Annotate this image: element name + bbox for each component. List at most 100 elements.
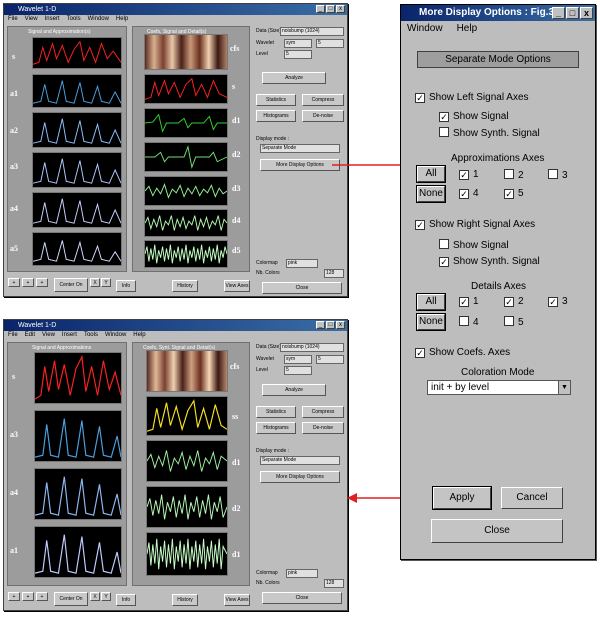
- show-synth-1-checkbox[interactable]: Show Synth. Signal: [439, 127, 540, 140]
- checkbox-checked[interactable]: ✓: [459, 189, 469, 199]
- maximize-button[interactable]: □: [326, 5, 335, 13]
- approx-1-checkbox[interactable]: ✓ 1: [459, 169, 479, 181]
- checkbox-unchecked[interactable]: [504, 169, 514, 179]
- colormap-select[interactable]: pink: [286, 569, 318, 578]
- coloration-mode-select[interactable]: init + by level ▼: [427, 380, 571, 395]
- zoom-xy-button[interactable]: +: [36, 278, 48, 287]
- show-signal-1-checkbox[interactable]: ✓ Show Signal: [439, 111, 509, 123]
- approx-none-button[interactable]: None: [416, 185, 446, 203]
- menu-help[interactable]: Help: [133, 331, 145, 340]
- nb-colors-field[interactable]: 128: [324, 269, 344, 278]
- show-left-checkbox[interactable]: ✓ Show Left Signal Axes: [415, 92, 529, 104]
- center-x-button[interactable]: X: [90, 278, 100, 287]
- show-coefs-checkbox[interactable]: ✓ Show Coefs. Axes: [415, 347, 510, 359]
- detail-1-checkbox[interactable]: ✓ 1: [459, 296, 479, 308]
- detail-3-checkbox[interactable]: ✓ 3: [548, 296, 568, 308]
- minimize-button[interactable]: _: [552, 7, 565, 19]
- wavelet-select[interactable]: sym: [284, 39, 312, 48]
- menu-insert[interactable]: Insert: [62, 331, 77, 340]
- denoise-button[interactable]: De-noise: [302, 110, 344, 122]
- close-button[interactable]: x: [580, 7, 593, 19]
- chevron-down-icon[interactable]: ▼: [558, 381, 570, 394]
- menu-help[interactable]: Help: [116, 15, 128, 24]
- zoom-xy-button[interactable]: +: [36, 592, 48, 601]
- detail-5-checkbox[interactable]: 5: [504, 316, 524, 329]
- analyze-button[interactable]: Analyze: [262, 384, 326, 396]
- checkbox-checked[interactable]: ✓: [415, 93, 425, 103]
- maximize-button[interactable]: □: [566, 7, 579, 19]
- center-on-button[interactable]: Center On: [54, 592, 88, 606]
- menu-view[interactable]: View: [25, 15, 38, 24]
- histograms-button[interactable]: Histograms: [256, 110, 296, 122]
- menu-help[interactable]: Help: [457, 21, 478, 36]
- close-window-button[interactable]: Close: [262, 592, 342, 604]
- history-button[interactable]: History: [172, 594, 198, 606]
- wavelet-select[interactable]: sym: [284, 355, 312, 364]
- level-select[interactable]: 5: [284, 366, 312, 375]
- checkbox-checked[interactable]: ✓: [415, 220, 425, 230]
- colormap-select[interactable]: pink: [286, 259, 318, 268]
- show-signal-2-checkbox[interactable]: Show Signal: [439, 239, 509, 252]
- minimize-button[interactable]: _: [316, 5, 325, 13]
- zoom-yy-button[interactable]: +: [22, 592, 34, 601]
- denoise-button[interactable]: De-noise: [302, 422, 344, 434]
- analyze-button[interactable]: Analyze: [262, 72, 326, 84]
- checkbox-unchecked[interactable]: [459, 316, 469, 326]
- menu-file[interactable]: File: [8, 331, 18, 340]
- cancel-button[interactable]: Cancel: [501, 487, 563, 509]
- minimize-button[interactable]: _: [316, 321, 325, 329]
- approx-5-checkbox[interactable]: ✓ 5: [504, 188, 524, 200]
- checkbox-checked[interactable]: ✓: [415, 348, 425, 358]
- show-right-checkbox[interactable]: ✓ Show Right Signal Axes: [415, 219, 535, 231]
- center-on-button[interactable]: Center On: [54, 278, 88, 292]
- detail-2-checkbox[interactable]: ✓ 2: [504, 296, 524, 308]
- compress-button[interactable]: Compress: [302, 406, 344, 418]
- compress-button[interactable]: Compress: [302, 94, 344, 106]
- display-mode-select[interactable]: Separate Mode: [260, 456, 340, 465]
- nb-colors-field[interactable]: 128: [324, 579, 344, 588]
- approx-all-button[interactable]: All: [416, 165, 446, 183]
- maximize-button[interactable]: □: [326, 321, 335, 329]
- history-button[interactable]: History: [172, 280, 198, 292]
- center-y-button[interactable]: Y: [101, 278, 111, 287]
- checkbox-checked[interactable]: ✓: [504, 189, 514, 199]
- view-axes-button[interactable]: View Axes: [224, 594, 250, 606]
- checkbox-checked[interactable]: ✓: [504, 297, 514, 307]
- approx-3-checkbox[interactable]: 3: [548, 169, 568, 182]
- close-window-button[interactable]: Close: [262, 282, 342, 294]
- level-select[interactable]: 5: [284, 50, 312, 59]
- checkbox-unchecked[interactable]: [504, 316, 514, 326]
- display-mode-select[interactable]: Separate Mode: [260, 144, 340, 153]
- checkbox-checked[interactable]: ✓: [459, 297, 469, 307]
- menu-file[interactable]: File: [8, 15, 18, 24]
- menu-window[interactable]: Window: [407, 21, 443, 36]
- show-synth-2-checkbox[interactable]: ✓ Show Synth. Signal: [439, 256, 540, 268]
- menu-edit[interactable]: Edit: [25, 331, 35, 340]
- approx-2-checkbox[interactable]: 2: [504, 169, 524, 182]
- wavelet-number-select[interactable]: 5: [316, 355, 344, 364]
- close-button[interactable]: x: [336, 321, 345, 329]
- view-axes-button[interactable]: View Axes: [224, 280, 250, 292]
- menu-tools[interactable]: Tools: [67, 15, 81, 24]
- zoom-xx-button[interactable]: +: [8, 592, 20, 601]
- zoom-yy-button[interactable]: +: [22, 278, 34, 287]
- histograms-button[interactable]: Histograms: [256, 422, 296, 434]
- more-display-options-button[interactable]: More Display Options: [260, 471, 340, 483]
- statistics-button[interactable]: Statistics: [256, 94, 296, 106]
- statistics-button[interactable]: Statistics: [256, 406, 296, 418]
- checkbox-unchecked[interactable]: [439, 127, 449, 137]
- more-display-options-button[interactable]: More Display Options: [260, 159, 340, 171]
- close-button[interactable]: x: [336, 5, 345, 13]
- center-y-button[interactable]: Y: [101, 592, 111, 601]
- center-x-button[interactable]: X: [90, 592, 100, 601]
- zoom-xx-button[interactable]: +: [8, 278, 20, 287]
- details-all-button[interactable]: All: [416, 293, 446, 311]
- apply-button[interactable]: Apply: [432, 486, 492, 510]
- menu-window[interactable]: Window: [105, 331, 126, 340]
- menu-insert[interactable]: Insert: [45, 15, 60, 24]
- details-none-button[interactable]: None: [416, 313, 446, 331]
- approx-4-checkbox[interactable]: ✓ 4: [459, 188, 479, 200]
- close-dialog-button[interactable]: Close: [431, 519, 563, 543]
- info-button[interactable]: Info: [116, 594, 136, 606]
- menu-view[interactable]: View: [42, 331, 55, 340]
